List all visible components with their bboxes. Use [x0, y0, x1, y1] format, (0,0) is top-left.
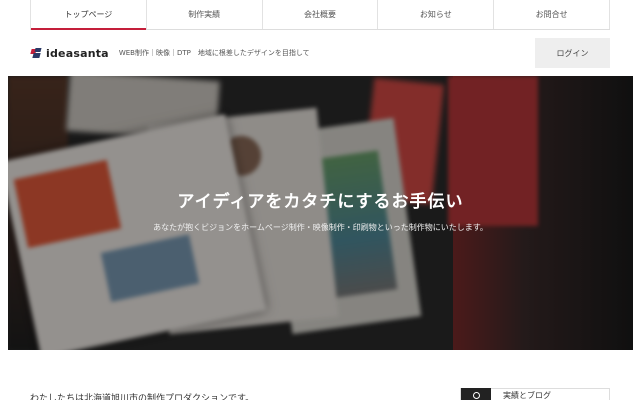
- nav-item-label: トップページ: [64, 10, 113, 19]
- nav-item-contact[interactable]: お問合せ: [493, 0, 610, 29]
- site-logo[interactable]: ideasanta: [30, 47, 109, 60]
- login-button[interactable]: ログイン: [535, 38, 610, 68]
- hero-heading: アイディアをカタチにするお手伝い: [177, 192, 464, 212]
- nav-item-company[interactable]: 会社概要: [261, 0, 378, 29]
- logo-mark-icon: [30, 47, 42, 59]
- side-card[interactable]: 実績とブログ: [460, 388, 610, 400]
- side-card-label: 実績とブログ: [503, 390, 551, 400]
- nav-item-top[interactable]: トップページ: [30, 0, 146, 30]
- top-navigation: トップページ 制作実績 会社概要 お知らせ お問合せ: [30, 0, 610, 30]
- hero-banner: アイディアをカタチにするお手伝い あなたが抱くビジョンをホームページ制作・映像制…: [8, 76, 633, 350]
- nav-item-label: お知らせ: [419, 10, 452, 19]
- nav-item-label: 制作実績: [188, 10, 221, 19]
- nav-item-news[interactable]: お知らせ: [377, 0, 493, 29]
- site-header: ideasanta WEB制作｜映像｜DTP 地域に根差したデザインを目指して …: [30, 38, 610, 68]
- intro-text: わたしたちは北海道旭川市の制作プロダクションです。: [30, 394, 255, 400]
- hero-subtext: あなたが抱くビジョンをホームページ制作・映像制作・印刷物といった制作物にいたしま…: [153, 223, 488, 232]
- info-icon: [461, 388, 491, 400]
- nav-item-label: 会社概要: [303, 10, 336, 19]
- nav-item-label: お問合せ: [535, 10, 568, 19]
- nav-item-works[interactable]: 制作実績: [145, 0, 262, 29]
- logo-text: ideasanta: [46, 46, 109, 60]
- site-tagline: WEB制作｜映像｜DTP 地域に根差したデザインを目指して: [118, 49, 310, 57]
